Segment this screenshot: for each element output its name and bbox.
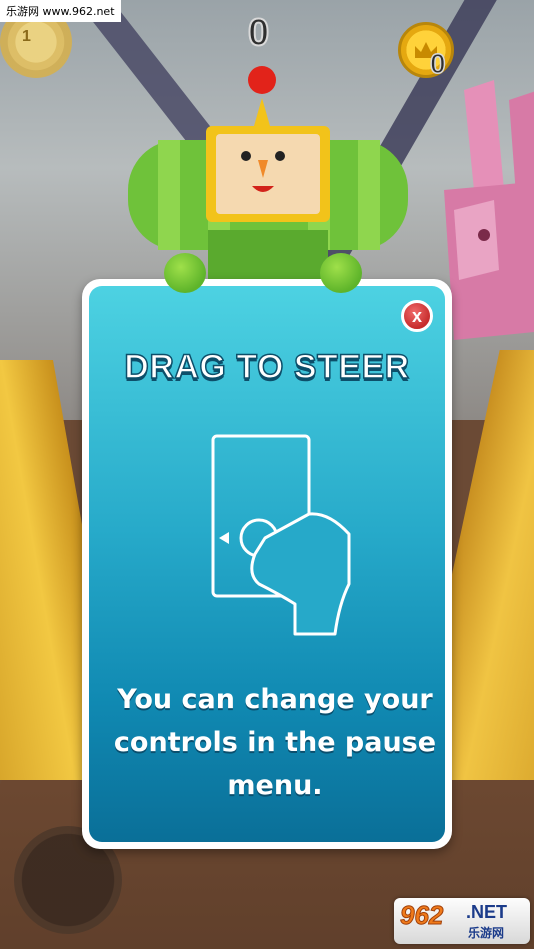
tutorial-dialog: x DRAG TO STEER You can change your cont…	[82, 253, 452, 849]
coin-count: 0	[429, 47, 446, 80]
score-counter: 0	[247, 11, 270, 55]
prince-character	[128, 66, 408, 300]
sun-count: 1	[22, 28, 31, 45]
dialog-panel: x DRAG TO STEER You can change your cont…	[89, 286, 445, 842]
dialog-message: You can change your controls in the paus…	[113, 684, 437, 801]
close-icon: x	[411, 305, 422, 326]
close-button[interactable]: x	[401, 300, 433, 332]
dialog-title: DRAG TO STEER	[124, 347, 410, 387]
site-watermark: 乐游网 www.962.net	[0, 0, 121, 22]
logo-suffix: .NET	[466, 902, 508, 922]
logo-brand: 962	[399, 900, 444, 931]
dialog-hand-left	[164, 253, 206, 293]
site-logo: 962 .NET 乐游网	[394, 898, 530, 944]
logo-subtitle: 乐游网	[468, 926, 505, 940]
drag-gesture-icon	[211, 434, 351, 636]
dialog-hand-right	[320, 253, 362, 293]
